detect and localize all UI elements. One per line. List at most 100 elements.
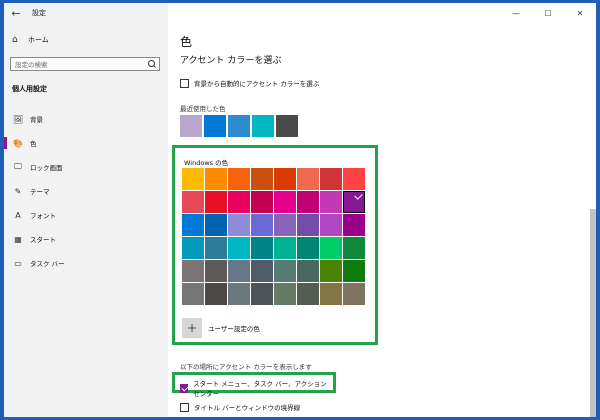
titlebar-borders-label: タイトル バーとウィンドウの境界線 — [194, 404, 301, 412]
sidebar-nav: 🖼 背景 🎨 色 🖵 ロック画面 ✎ テーマ A フォント ▦ スタート ▭ タスク バー — [4, 107, 168, 275]
search-placeholder: 設定の検索 — [15, 61, 48, 69]
color-swatch[interactable] — [297, 260, 319, 282]
recent-color-swatch[interactable] — [276, 115, 298, 137]
start-taskbar-box: スタート メニュー、タスク バー、アクション センター — [172, 372, 336, 398]
color-swatch[interactable] — [205, 283, 227, 305]
minimize-button[interactable]: — — [500, 3, 532, 23]
recent-color-swatch[interactable] — [252, 115, 274, 137]
color-swatch[interactable] — [320, 168, 342, 190]
color-swatch[interactable] — [343, 214, 365, 236]
color-swatch[interactable] — [297, 191, 319, 213]
recent-color-swatch[interactable] — [204, 115, 226, 137]
sidebar-item[interactable]: 🎨 色 — [4, 131, 168, 155]
sidebar-item[interactable]: ▦ スタート — [4, 227, 168, 251]
scrollbar[interactable] — [590, 209, 596, 417]
sidebar-item[interactable]: ✎ テーマ — [4, 179, 168, 203]
recent-color-swatch[interactable] — [180, 115, 202, 137]
color-swatch[interactable] — [228, 283, 250, 305]
color-swatch[interactable] — [228, 260, 250, 282]
color-swatch[interactable] — [251, 260, 273, 282]
titlebar-borders-checkbox-box[interactable] — [180, 402, 189, 412]
back-arrow-icon[interactable]: ← — [4, 3, 28, 23]
color-swatch[interactable] — [274, 191, 296, 213]
section-title: 個人用設定 — [12, 85, 47, 93]
color-swatch[interactable] — [320, 237, 342, 259]
start-taskbar-checkbox-box[interactable] — [180, 383, 189, 393]
color-swatch[interactable] — [205, 191, 227, 213]
maximize-button[interactable]: ☐ — [532, 3, 564, 23]
search-input[interactable]: 設定の検索 — [10, 57, 160, 71]
color-swatch[interactable] — [182, 283, 204, 305]
windows-colors-box: Windows の色 + ユーザー設定の色 — [172, 145, 378, 345]
color-swatch[interactable] — [182, 237, 204, 259]
color-swatch[interactable] — [297, 237, 319, 259]
color-swatch[interactable] — [228, 214, 250, 236]
color-swatch[interactable] — [343, 260, 365, 282]
color-swatch[interactable] — [343, 237, 365, 259]
color-swatch[interactable] — [343, 191, 365, 213]
color-swatch[interactable] — [251, 214, 273, 236]
color-swatch[interactable] — [205, 168, 227, 190]
color-swatch[interactable] — [228, 191, 250, 213]
color-swatch[interactable] — [297, 283, 319, 305]
custom-color-button[interactable]: + ユーザー設定の色 — [182, 318, 260, 338]
color-swatch[interactable] — [274, 283, 296, 305]
color-swatch[interactable] — [251, 283, 273, 305]
color-swatch[interactable] — [274, 260, 296, 282]
lockscreen-icon: 🖵 — [14, 162, 22, 171]
accent-title: アクセント カラーを選ぶ — [180, 56, 282, 66]
color-swatch[interactable] — [182, 191, 204, 213]
home-link[interactable]: ⌂ ホーム — [12, 35, 49, 45]
close-button[interactable]: ✕ — [564, 3, 596, 23]
sidebar-item[interactable]: 🖼 背景 — [4, 107, 168, 131]
color-swatch[interactable] — [182, 214, 204, 236]
recent-colors-label: 最近使用した色 — [180, 105, 226, 113]
color-swatch[interactable] — [205, 214, 227, 236]
color-swatch[interactable] — [320, 283, 342, 305]
sidebar-item-label: タスク バー — [30, 260, 65, 268]
palette-icon: 🎨 — [13, 138, 23, 148]
color-swatch[interactable] — [320, 214, 342, 236]
sidebar-item[interactable]: 🖵 ロック画面 — [4, 155, 168, 179]
color-swatch[interactable] — [274, 237, 296, 259]
color-swatch[interactable] — [274, 214, 296, 236]
custom-color-label: ユーザー設定の色 — [208, 325, 260, 333]
sidebar-item[interactable]: A フォント — [4, 203, 168, 227]
auto-accent-checkbox[interactable]: 背景から自動的にアクセント カラーを選ぶ — [180, 78, 319, 88]
search-icon[interactable] — [145, 58, 159, 70]
recent-color-swatch[interactable] — [228, 115, 250, 137]
sidebar-item-label: テーマ — [30, 188, 50, 196]
sidebar: ← 設定 ⌂ ホーム 設定の検索 個人用設定 🖼 背景 🎨 色 🖵 ロック画面 ✎ テーマ A フ… — [4, 3, 168, 417]
color-swatch[interactable] — [182, 168, 204, 190]
color-swatch[interactable] — [251, 191, 273, 213]
sidebar-item[interactable]: ▭ タスク バー — [4, 251, 168, 275]
color-swatch[interactable] — [343, 168, 365, 190]
color-swatch[interactable] — [228, 168, 250, 190]
recent-colors — [180, 115, 300, 137]
color-swatch[interactable] — [182, 260, 204, 282]
color-swatch[interactable] — [228, 237, 250, 259]
titlebar-borders-checkbox[interactable]: タイトル バーとウィンドウの境界線 — [180, 402, 300, 412]
main-content: — ☐ ✕ 色 アクセント カラーを選ぶ 背景から自動的にアクセント カラーを選… — [168, 3, 596, 417]
settings-window: ← 設定 ⌂ ホーム 設定の検索 個人用設定 🖼 背景 🎨 色 🖵 ロック画面 ✎ テーマ A フ… — [4, 3, 596, 417]
sidebar-item-label: ロック画面 — [30, 164, 63, 172]
home-label: ホーム — [28, 36, 49, 44]
color-swatch[interactable] — [251, 237, 273, 259]
color-swatch[interactable] — [320, 260, 342, 282]
font-icon: A — [15, 210, 21, 220]
plus-icon[interactable]: + — [182, 318, 202, 338]
color-swatch[interactable] — [320, 191, 342, 213]
app-title: 設定 — [32, 9, 46, 17]
color-swatch[interactable] — [343, 283, 365, 305]
color-swatch[interactable] — [205, 237, 227, 259]
start-taskbar-label: スタート メニュー、タスク バー、アクション センター — [193, 380, 327, 398]
color-swatch[interactable] — [297, 168, 319, 190]
color-swatch[interactable] — [251, 168, 273, 190]
color-swatch[interactable] — [274, 168, 296, 190]
color-swatch[interactable] — [297, 214, 319, 236]
color-grid — [182, 168, 365, 305]
auto-accent-checkbox-box[interactable] — [180, 78, 189, 88]
auto-accent-label: 背景から自動的にアクセント カラーを選ぶ — [194, 80, 320, 88]
color-swatch[interactable] — [205, 260, 227, 282]
start-taskbar-checkbox[interactable]: スタート メニュー、タスク バー、アクション センター — [180, 378, 333, 398]
